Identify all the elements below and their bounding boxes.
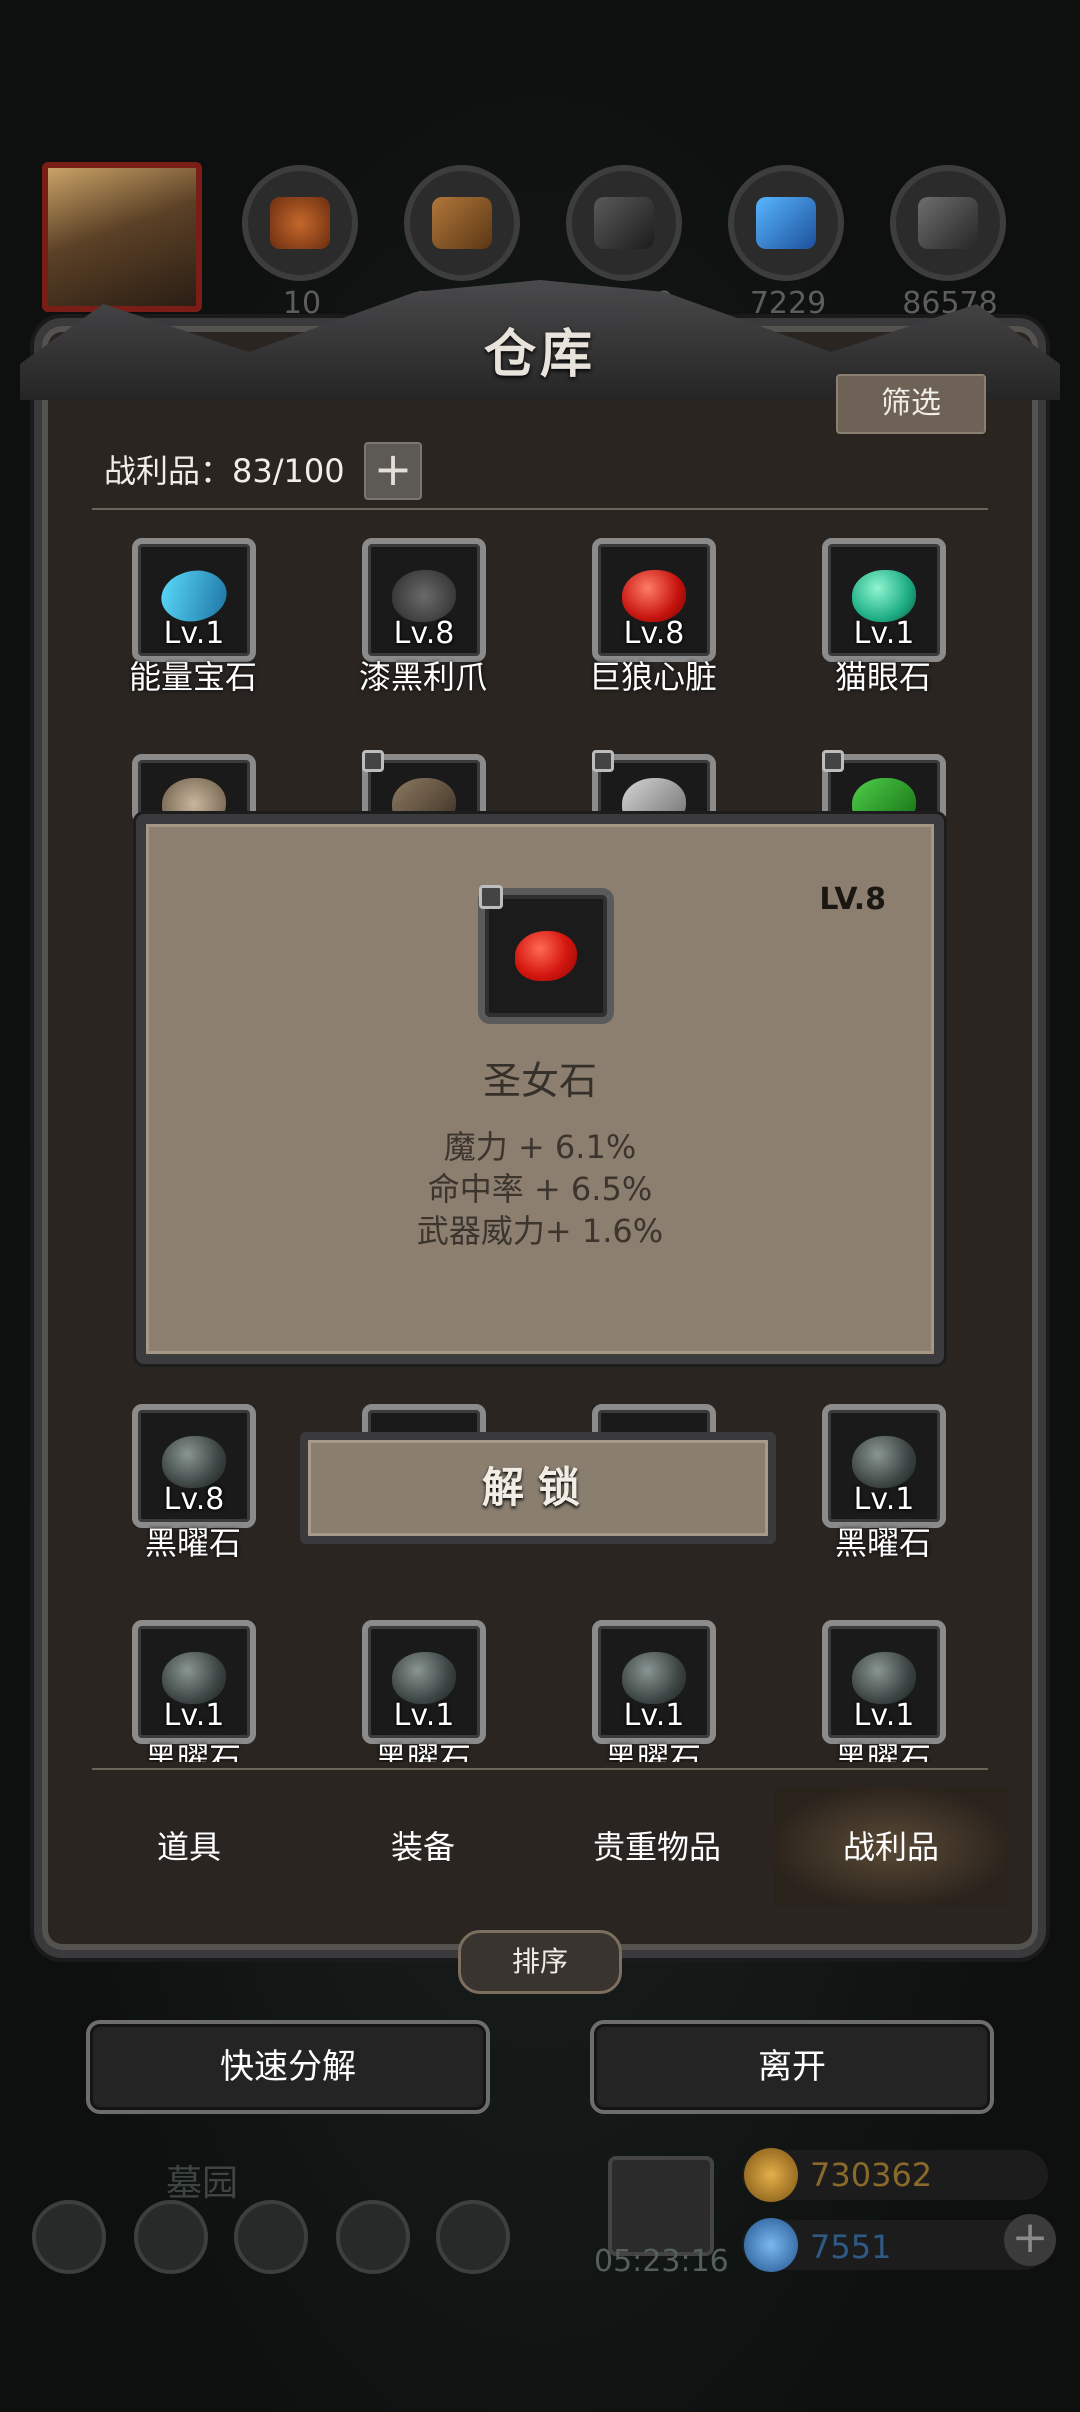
- item-level: Lv.1: [623, 1698, 685, 1733]
- mail-icon[interactable]: [336, 2200, 410, 2274]
- tab-valuables[interactable]: 贵重物品: [540, 1788, 774, 1906]
- item-level: Lv.8: [163, 1482, 225, 1517]
- claw-icon: [392, 570, 456, 622]
- item-slot[interactable]: Lv.1: [822, 538, 946, 662]
- add-currency-button[interactable]: +: [1004, 2214, 1056, 2266]
- unlock-button[interactable]: 解锁: [300, 1432, 776, 1544]
- player-avatar[interactable]: [42, 162, 202, 312]
- item-level: Lv.8: [393, 616, 455, 651]
- item-slot[interactable]: Lv.1: [592, 1620, 716, 1744]
- item-name: 巨狼心脏: [588, 658, 717, 696]
- item-level: Lv.8: [623, 616, 685, 651]
- item-level: Lv.1: [163, 1698, 225, 1733]
- diamond-icon: [744, 2218, 798, 2272]
- capacity-label: 战利品：83/100: [104, 452, 345, 490]
- item-slot[interactable]: Lv.1: [362, 1620, 486, 1744]
- item-level: Lv.1: [853, 616, 915, 651]
- gold-icon: [744, 2148, 798, 2202]
- lock-icon: [479, 885, 503, 909]
- lock-icon: [822, 750, 844, 772]
- item-level: Lv.1: [393, 1698, 455, 1733]
- obsidian-icon: [852, 1652, 916, 1704]
- gift-timer: 05:23:16: [594, 2244, 729, 2279]
- tab-loot[interactable]: 战利品: [774, 1788, 1008, 1906]
- detail-level: LV.8: [819, 882, 886, 917]
- sort-button[interactable]: 排序: [458, 1930, 622, 1994]
- resource-slot-2[interactable]: [404, 165, 520, 281]
- item-slot[interactable]: Lv.1: [822, 1620, 946, 1744]
- item-name: 黑曜石: [834, 1740, 931, 1762]
- detail-stat-1: 魔力 + 6.1%: [443, 1128, 637, 1166]
- item-name: 猫眼石: [834, 658, 931, 696]
- gold-amount: 730362: [810, 2156, 933, 2194]
- resource-slot-3[interactable]: [566, 165, 682, 281]
- lock-icon: [592, 750, 614, 772]
- location-label: 墓园: [166, 2163, 239, 2204]
- category-tabs: 道具 装备 贵重物品 战利品: [72, 1788, 1010, 1906]
- wood-icon: [432, 197, 492, 249]
- bag-icon[interactable]: [436, 2200, 510, 2274]
- obsidian-icon: [852, 1436, 916, 1488]
- resource-slot-4[interactable]: [728, 165, 844, 281]
- detail-name: 圣女石: [482, 1059, 597, 1103]
- item-detail-popup: LV.8 圣女石 魔力 + 6.1% 命中率 + 6.5% 武器威力+ 1.6%: [136, 814, 944, 1364]
- item-name: 漆黑利爪: [358, 658, 487, 696]
- detail-stat-3: 武器威力+ 1.6%: [416, 1212, 664, 1250]
- obsidian-icon: [162, 1652, 226, 1704]
- detail-stat-2: 命中率 + 6.5%: [427, 1170, 653, 1208]
- iron-icon: [594, 197, 654, 249]
- item-slot[interactable]: Lv.1: [822, 1404, 946, 1528]
- cat-eye-stone-icon: [852, 570, 916, 622]
- lock-icon: [362, 750, 384, 772]
- expand-capacity-button[interactable]: +: [364, 442, 422, 500]
- item-slot[interactable]: Lv.1: [132, 538, 256, 662]
- item-slot[interactable]: Lv.8: [362, 538, 486, 662]
- item-name: 黑曜石: [834, 1524, 931, 1562]
- item-name: 黑曜石: [144, 1524, 241, 1562]
- obsidian-icon: [162, 1436, 226, 1488]
- saint-stone-icon: [515, 931, 577, 981]
- meat-icon: [270, 197, 330, 249]
- tab-props[interactable]: 道具: [72, 1788, 306, 1906]
- detail-item-icon: [478, 885, 614, 1024]
- item-slot[interactable]: Lv.8: [592, 538, 716, 662]
- item-level: Lv.1: [853, 1698, 915, 1733]
- item-slot[interactable]: Lv.8: [132, 1404, 256, 1528]
- leave-button[interactable]: 离开: [590, 2020, 994, 2114]
- settings-icon[interactable]: [32, 2200, 106, 2274]
- gem-amount: 7551: [810, 2228, 892, 2266]
- resource-slot-5[interactable]: [890, 165, 1006, 281]
- quick-decompose-button[interactable]: 快速分解: [86, 2020, 490, 2114]
- obsidian-icon: [392, 1652, 456, 1704]
- item-name: 黑曜石: [144, 1740, 241, 1762]
- divider-top: [92, 508, 988, 510]
- filter-button[interactable]: 筛选: [836, 374, 986, 434]
- item-slot[interactable]: Lv.1: [132, 1620, 256, 1744]
- stone-icon: [918, 197, 978, 249]
- item-name: 黑曜石: [374, 1740, 471, 1762]
- skills-icon[interactable]: [134, 2200, 208, 2274]
- item-level: Lv.1: [853, 1482, 915, 1517]
- tab-equipment[interactable]: 装备: [306, 1788, 540, 1906]
- crystal-icon: [756, 197, 816, 249]
- item-level: Lv.1: [163, 616, 225, 651]
- heart-icon: [622, 570, 686, 622]
- item-name: 黑曜石: [604, 1740, 701, 1762]
- item-name: 能量宝石: [128, 658, 257, 696]
- gift-box-icon[interactable]: [608, 2156, 714, 2256]
- resource-slot-1[interactable]: [242, 165, 358, 281]
- map-icon[interactable]: [234, 2200, 308, 2274]
- obsidian-icon: [622, 1652, 686, 1704]
- divider-bottom: [92, 1768, 988, 1770]
